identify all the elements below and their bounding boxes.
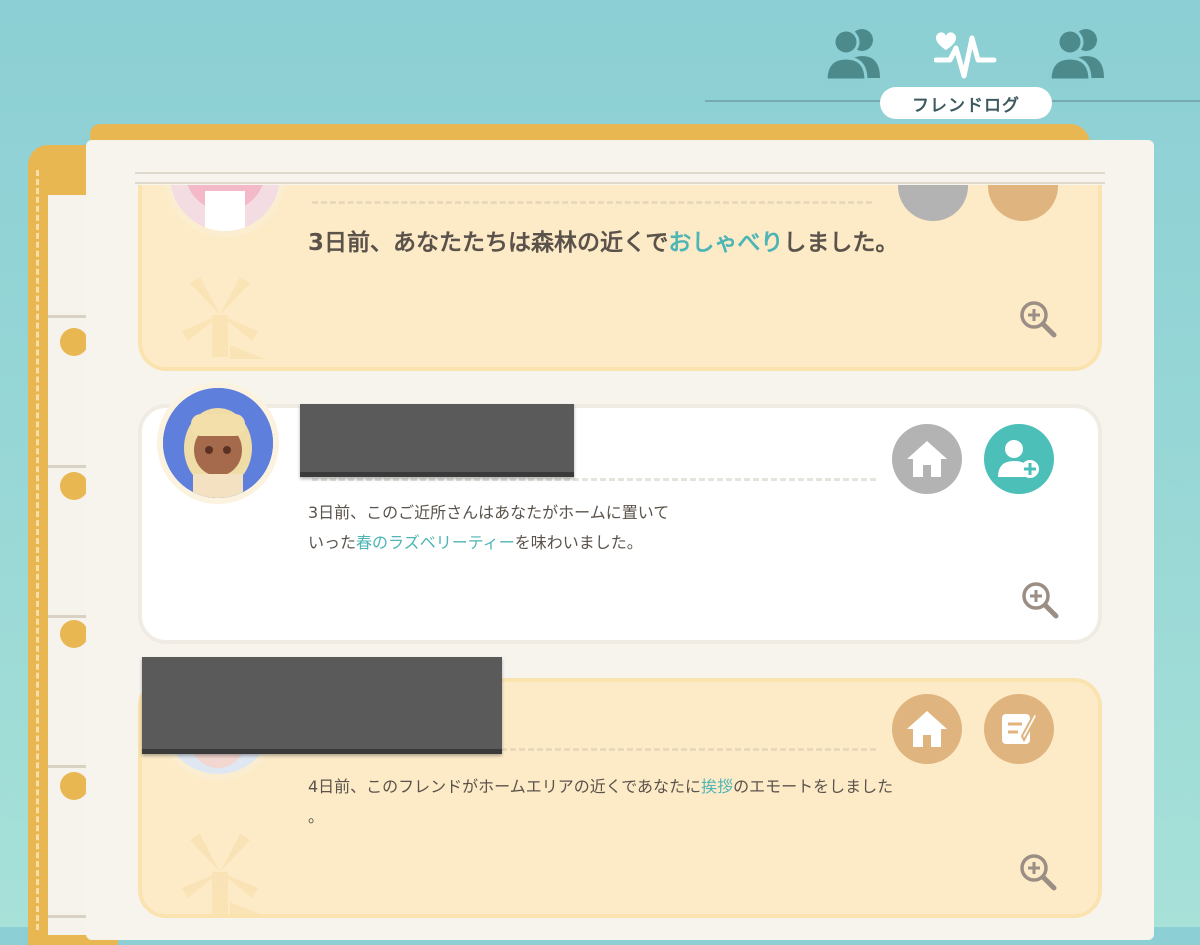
home-icon [907, 711, 947, 747]
log-entry-text: 3日前、あなたたちは森林の近くでおしゃべりしました。 [308, 230, 899, 256]
message-icon [1002, 712, 1038, 744]
message-button[interactable] [984, 694, 1054, 764]
book-stitching [36, 170, 39, 930]
note-button[interactable] [988, 185, 1058, 221]
home-button[interactable] [892, 694, 962, 764]
tab-friend-log-label[interactable]: フレンドログ [880, 87, 1052, 119]
heartbeat-icon[interactable] [934, 20, 998, 84]
log-entry-text: 4日前、このフレンドがホームエリアの近くであなたに挨拶のエモートをしました 。 [308, 777, 894, 826]
top-nav: フレンドログ [0, 0, 1200, 130]
friends-icon[interactable] [822, 22, 886, 86]
binder-ring [60, 620, 88, 648]
add-friend-icon [998, 440, 1039, 478]
name-underline [312, 201, 872, 204]
windmill-icon [182, 277, 265, 359]
binder-ring [60, 328, 88, 356]
log-entry-text: 3日前、このご近所さんはあなたがホームに置いて いった春のラズベリーティーを味わ… [308, 503, 670, 552]
home-icon [907, 441, 947, 477]
binder-ring [60, 472, 88, 500]
redacted-name [142, 657, 502, 754]
zoom-in-icon[interactable] [1018, 852, 1058, 892]
log-entry[interactable]: 3日前、あなたたちは森林の近くでおしゃべりしました。 [138, 185, 1102, 371]
redacted-name [300, 404, 574, 477]
panel-rule [135, 182, 1105, 184]
friends-icon[interactable] [1046, 22, 1110, 86]
home-button[interactable] [892, 424, 962, 494]
zoom-in-icon[interactable] [1020, 580, 1060, 620]
log-entry[interactable]: 3日前、このご近所さんはあなたがホームに置いて いった春のラズベリーティーを味わ… [138, 404, 1102, 644]
avatar[interactable] [164, 185, 286, 237]
zoom-in-icon[interactable] [1018, 299, 1058, 339]
binder-ring [60, 772, 88, 800]
name-underline [312, 478, 876, 481]
home-button[interactable] [898, 185, 968, 221]
page-edges [48, 195, 88, 935]
panel-rule [135, 172, 1105, 174]
avatar[interactable] [157, 382, 279, 504]
windmill-icon [182, 834, 260, 914]
add-friend-button[interactable] [984, 424, 1054, 494]
